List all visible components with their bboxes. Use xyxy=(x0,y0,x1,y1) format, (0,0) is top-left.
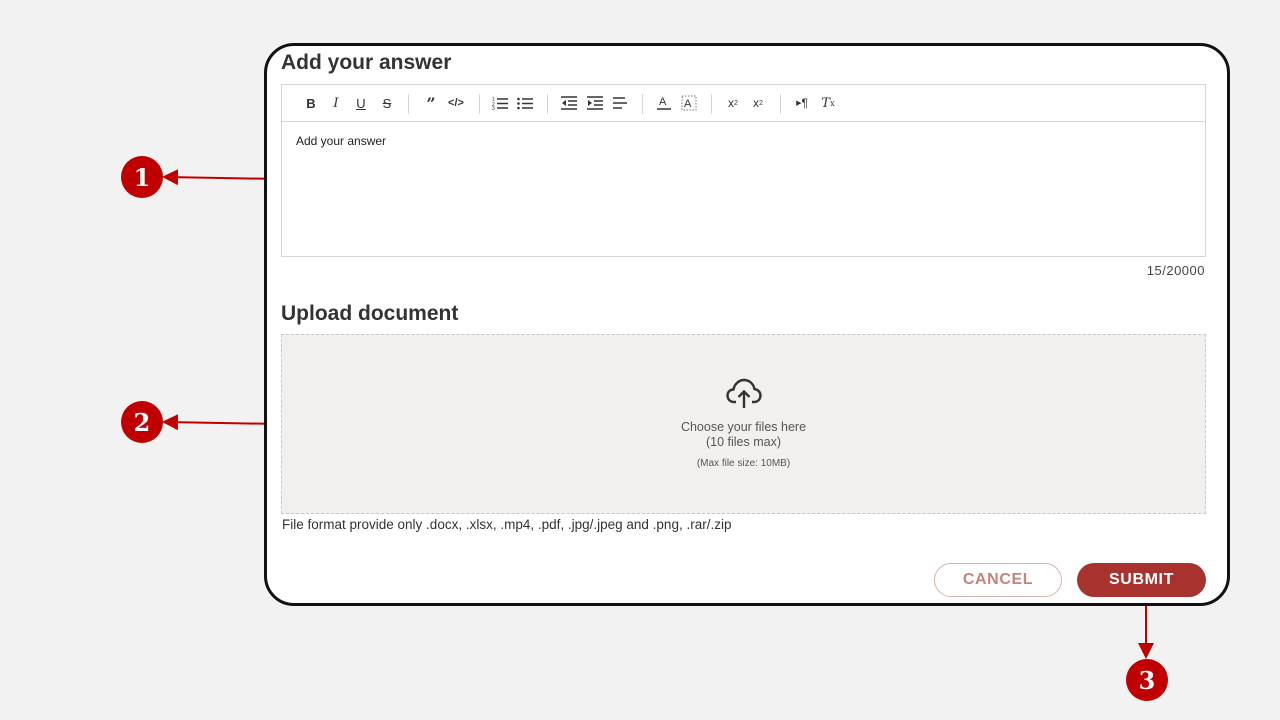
strikethrough-icon[interactable]: S xyxy=(378,94,396,112)
code-icon[interactable]: </> xyxy=(447,94,465,112)
toolbar-separator xyxy=(408,94,409,114)
answer-text[interactable]: Add your answer xyxy=(296,134,386,148)
indent-icon[interactable] xyxy=(586,94,604,112)
text-direction-icon[interactable]: ▶ ¶ xyxy=(793,94,811,112)
clear-format-icon[interactable]: Tx xyxy=(819,94,837,112)
align-left-icon[interactable] xyxy=(611,94,629,112)
answer-editor[interactable]: B I U S ” </> 123 A A x2 x2 ▶ ¶ T x Add … xyxy=(281,84,1206,257)
dropzone-title: Choose your files here xyxy=(680,420,807,434)
svg-text:A: A xyxy=(659,96,667,108)
character-counter: 15/20000 xyxy=(1146,263,1205,278)
editor-toolbar: B I U S ” </> 123 A A x2 x2 ▶ ¶ T x xyxy=(282,85,1205,122)
italic-icon[interactable]: I xyxy=(327,94,345,112)
bold-icon[interactable]: B xyxy=(302,94,320,112)
annotation-badge-2: 2 xyxy=(121,401,163,443)
blockquote-icon[interactable]: ” xyxy=(422,94,440,113)
text-color-icon[interactable]: A xyxy=(655,94,673,112)
outdent-icon[interactable] xyxy=(560,94,578,112)
underline-icon[interactable]: U xyxy=(352,94,370,112)
toolbar-separator xyxy=(547,94,548,114)
arrow-1 xyxy=(162,169,280,186)
upload-heading: Upload document xyxy=(281,302,459,325)
cancel-button[interactable]: CANCEL xyxy=(934,563,1062,597)
svg-text:3: 3 xyxy=(492,106,495,110)
background-color-icon[interactable]: A xyxy=(680,94,698,112)
cloud-upload-icon xyxy=(726,378,762,415)
toolbar-separator xyxy=(711,94,712,114)
submit-button[interactable]: SUBMIT xyxy=(1077,563,1206,597)
toolbar-separator xyxy=(642,94,643,114)
bullet-list-icon[interactable] xyxy=(516,94,534,112)
arrow-2 xyxy=(162,414,280,431)
superscript-icon[interactable]: x2 xyxy=(749,94,767,112)
file-dropzone[interactable]: Choose your files here (10 files max) (M… xyxy=(281,334,1206,514)
file-format-note: File format provide only .docx, .xlsx, .… xyxy=(282,517,732,532)
svg-text:A: A xyxy=(684,98,692,110)
subscript-icon[interactable]: x2 xyxy=(724,94,742,112)
dropzone-limit: (10 files max) xyxy=(705,435,782,449)
ordered-list-icon[interactable]: 123 xyxy=(491,94,509,112)
annotation-badge-1: 1 xyxy=(121,156,163,198)
toolbar-separator xyxy=(780,94,781,114)
annotation-badge-3: 3 xyxy=(1126,659,1168,701)
toolbar-separator xyxy=(479,94,480,114)
answer-heading: Add your answer xyxy=(281,51,452,74)
dropzone-size: (Max file size: 10MB) xyxy=(696,458,791,469)
